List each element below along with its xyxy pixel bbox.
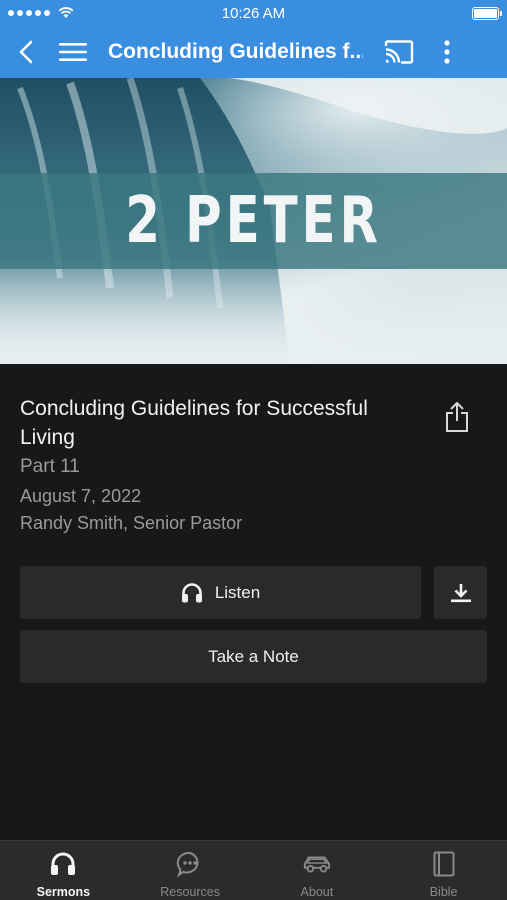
tab-resources[interactable]: Resources: [127, 841, 254, 900]
download-icon: [450, 583, 471, 602]
download-button[interactable]: [434, 566, 487, 619]
menu-button[interactable]: [56, 26, 90, 78]
tab-label: Sermons: [36, 885, 91, 899]
status-bar: 10:26 AM: [0, 0, 507, 26]
tab-label: About: [300, 885, 334, 899]
app-bar: Concluding Guidelines f...: [0, 26, 507, 78]
sermon-part: Part 11: [20, 456, 80, 477]
sermon-date: August 7, 2022: [20, 486, 142, 506]
tab-label: Bible: [429, 885, 458, 899]
cast-icon: [384, 40, 414, 64]
listen-label: Listen: [214, 582, 261, 602]
back-button[interactable]: [14, 26, 38, 78]
sermon-title: Concluding Guidelines for Successful Liv…: [20, 397, 368, 449]
chat-bubble-icon: [175, 850, 205, 878]
more-vertical-icon: [444, 40, 450, 64]
headphones-icon: [48, 850, 78, 878]
tab-bible[interactable]: Bible: [380, 841, 507, 900]
status-time: 10:26 AM: [221, 5, 286, 22]
tab-label: Resources: [160, 885, 220, 899]
cast-button[interactable]: [379, 26, 419, 78]
take-a-note-label: Take a Note: [208, 646, 299, 666]
car-icon: [302, 850, 332, 878]
listen-button[interactable]: Listen: [20, 566, 421, 619]
take-a-note-button[interactable]: Take a Note: [20, 630, 487, 683]
headphones-icon: [181, 582, 202, 602]
bottom-tab-bar: Sermons Resources About Bible: [0, 840, 507, 900]
page-title: Concluding Guidelines f...: [108, 40, 363, 63]
tab-sermons[interactable]: Sermons: [0, 841, 127, 900]
share-button[interactable]: [440, 398, 474, 436]
chevron-left-icon: [19, 40, 33, 64]
share-icon: [446, 402, 468, 432]
sermon-speaker: Randy Smith, Senior Pastor: [20, 513, 243, 533]
battery-icon: [472, 6, 502, 20]
sermon-details: Concluding Guidelines for Successful Liv…: [20, 394, 420, 534]
book-icon: [429, 850, 459, 878]
sermon-series-artwork: 2 PETER: [0, 78, 507, 364]
series-title: 2 PETER: [125, 184, 382, 258]
hamburger-menu-icon: [59, 43, 87, 61]
more-options-button[interactable]: [427, 26, 467, 78]
tab-about[interactable]: About: [254, 841, 381, 900]
series-title-band: 2 PETER: [0, 173, 507, 269]
